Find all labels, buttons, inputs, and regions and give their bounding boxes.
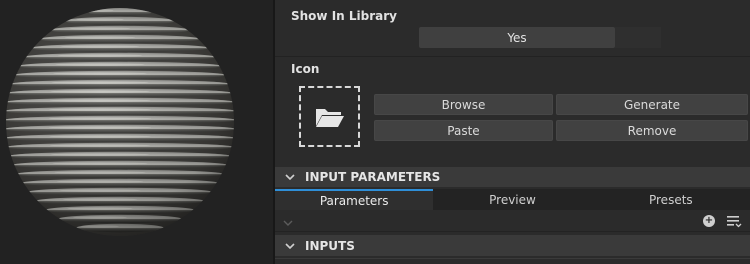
paste-button-label: Paste <box>447 123 480 138</box>
remove-button[interactable]: Remove <box>556 120 748 141</box>
properties-panel: Show In Library Yes Icon Browse Generate… <box>275 0 750 264</box>
inputs-header[interactable]: INPUTS <box>275 235 750 256</box>
list-options-icon[interactable] <box>726 214 742 231</box>
input-parameters-header[interactable]: INPUT PARAMETERS <box>275 167 750 187</box>
tab-parameters[interactable]: Parameters <box>275 189 434 210</box>
tab-presets-label: Presets <box>648 192 693 207</box>
generate-button-label: Generate <box>623 97 681 112</box>
material-preview <box>0 0 273 264</box>
add-icon[interactable]: + <box>703 215 715 227</box>
browse-button[interactable]: Browse <box>374 94 553 115</box>
inputs-title: INPUTS <box>305 238 355 253</box>
browse-button-label: Browse <box>441 97 486 112</box>
parameter-tabs: Parameters Preview Presets <box>275 189 750 210</box>
parameters-toolbar: + <box>275 210 750 232</box>
tab-parameters-label: Parameters <box>319 193 389 208</box>
chevron-down-icon[interactable] <box>283 215 293 229</box>
input-parameters-title: INPUT PARAMETERS <box>305 170 441 184</box>
inputs-bottom-edge <box>275 258 750 259</box>
tab-preview[interactable]: Preview <box>433 189 592 210</box>
tab-presets[interactable]: Presets <box>591 189 750 210</box>
icon-label: Icon <box>291 62 320 76</box>
show-in-library-label: Show In Library <box>291 9 397 23</box>
material-sphere <box>6 8 234 236</box>
icon-drop-slot[interactable] <box>299 86 360 147</box>
show-in-library-value: Yes <box>507 30 527 45</box>
remove-button-label: Remove <box>627 123 677 138</box>
generate-button[interactable]: Generate <box>556 94 748 115</box>
dropdown-tail <box>615 27 661 48</box>
show-in-library-dropdown[interactable]: Yes <box>419 27 615 48</box>
chevron-down-icon <box>275 242 305 249</box>
paste-button[interactable]: Paste <box>374 120 553 141</box>
tab-preview-label: Preview <box>489 192 536 207</box>
folder-open-icon <box>315 108 344 127</box>
section-separator <box>275 56 750 57</box>
chevron-down-icon <box>275 174 305 180</box>
